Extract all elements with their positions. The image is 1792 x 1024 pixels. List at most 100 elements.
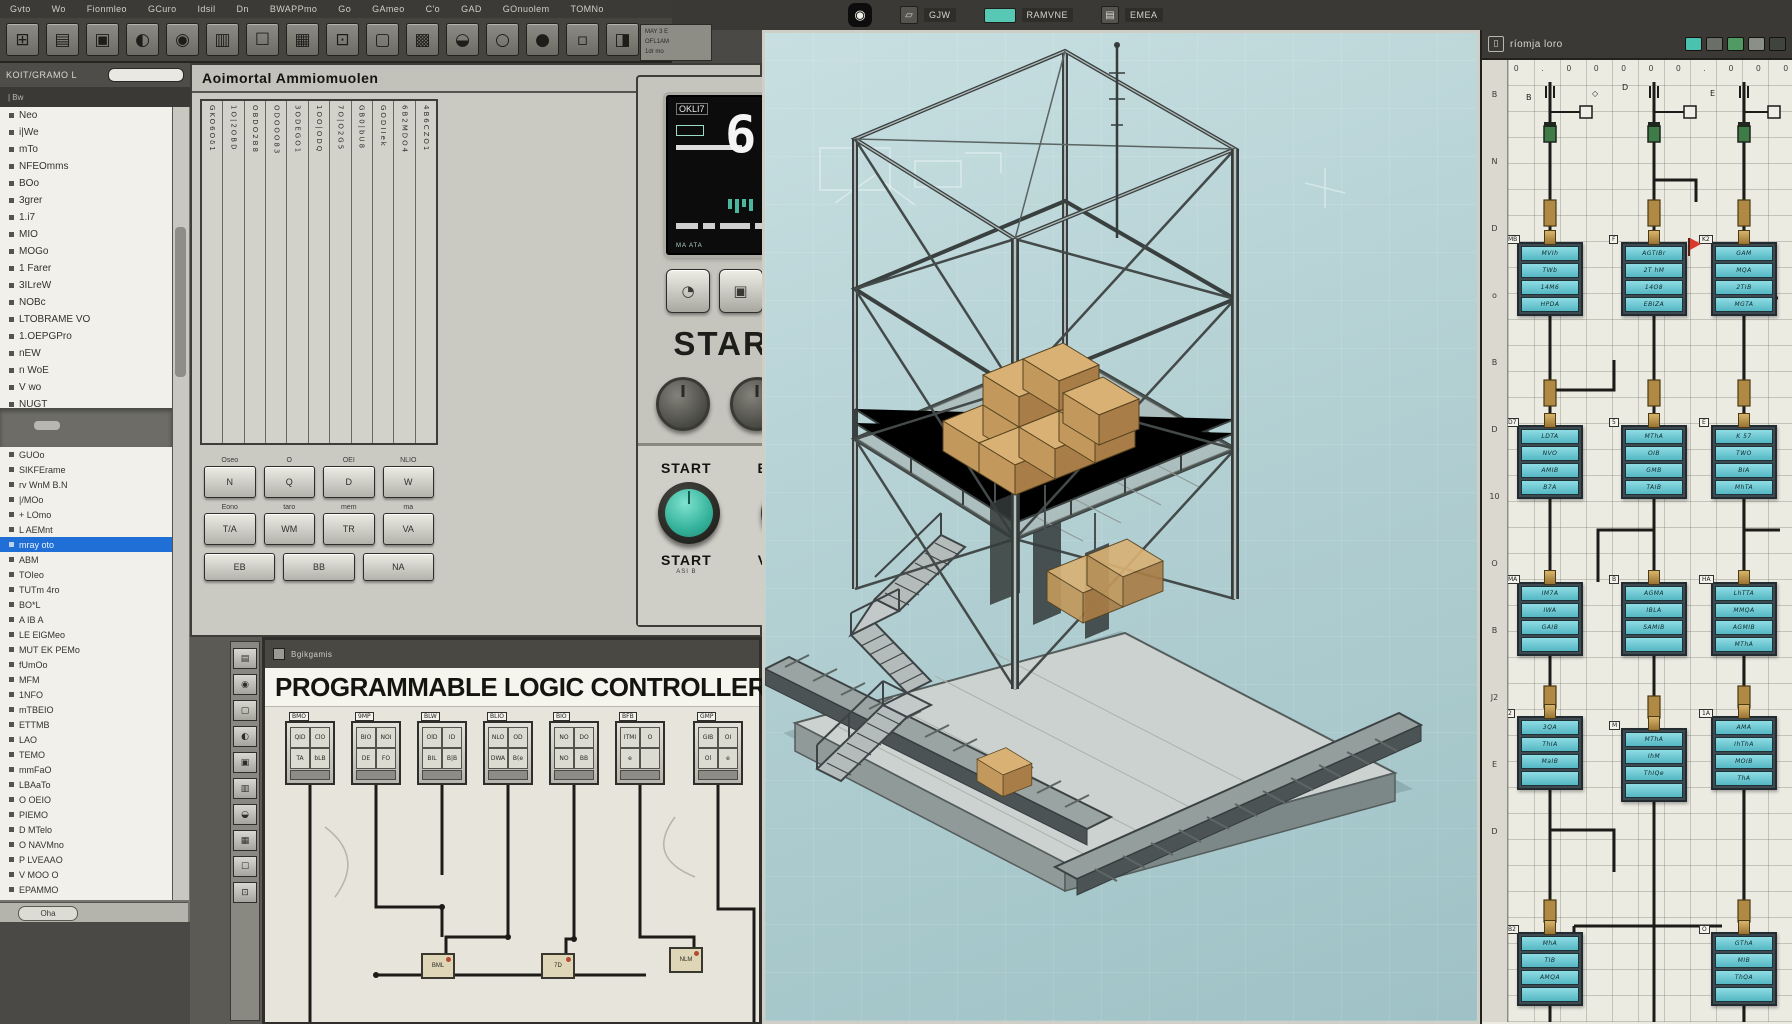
tree-item[interactable]: TUTm 4ro	[0, 582, 172, 597]
ladder-tool-icon[interactable]: ▢	[233, 700, 257, 721]
menu-item[interactable]: GAD	[461, 4, 482, 14]
menu-item[interactable]: Gvto	[10, 4, 31, 14]
tree-item[interactable]: 1.i7	[0, 209, 172, 226]
tree-item[interactable]: i|We	[0, 124, 172, 141]
tree-item[interactable]: SIKFErame	[0, 462, 172, 477]
menu-item[interactable]: C'o	[426, 4, 440, 14]
menu-item[interactable]: BWAPPmo	[270, 4, 317, 14]
menu-item[interactable]: Wo	[52, 4, 66, 14]
tree-item[interactable]: ETTMB	[0, 717, 172, 732]
tree-item[interactable]: |/MOo	[0, 492, 172, 507]
instruction-block[interactable]: F AGTIBr 2T hM 14O8 EBIZA	[1621, 242, 1687, 316]
tree-item[interactable]: 1.OEPGPro	[0, 328, 172, 345]
tool-icon[interactable]: ◨	[606, 23, 639, 56]
keypad-key[interactable]: D	[323, 466, 375, 498]
ladder-tool-icon[interactable]: ▦	[233, 830, 257, 851]
tool-icon[interactable]: ▣	[86, 23, 119, 56]
splitter-handle[interactable]	[34, 421, 60, 430]
header-button[interactable]	[1706, 37, 1723, 51]
tree-item[interactable]: MFM	[0, 672, 172, 687]
keypad-key[interactable]: W	[383, 466, 435, 498]
tool-icon[interactable]: ☐	[246, 23, 279, 56]
ladder-tool-icon[interactable]: ◐	[233, 726, 257, 747]
output-terminal[interactable]: BML	[421, 953, 455, 979]
menu-item[interactable]: Fionmleo	[87, 4, 127, 14]
signal-column[interactable]: 1OO|ODQ	[309, 101, 330, 443]
signal-column[interactable]: 3ODEGO1	[287, 101, 308, 443]
plant-3d-viewport[interactable]	[762, 30, 1480, 1024]
signal-column[interactable]: 7O|O2G5	[330, 101, 351, 443]
menu-item[interactable]: GOnuolem	[503, 4, 550, 14]
instruction-block[interactable]: MA IM7A IWA GAIB	[1517, 582, 1583, 656]
start-button[interactable]	[658, 482, 720, 544]
menu-item[interactable]: Go	[338, 4, 351, 14]
header-button[interactable]	[1727, 37, 1744, 51]
viewport-tab-3[interactable]: ▤ EMEA	[1101, 6, 1163, 24]
tree-item[interactable]: EPAMMO	[0, 882, 172, 897]
ladder-tool-icon[interactable]: ⊡	[233, 882, 257, 903]
keypad-key[interactable]: EB	[204, 553, 275, 581]
function-block[interactable]: BIO NODO NOBB	[549, 721, 599, 785]
tree-item[interactable]: rv WnM B.N	[0, 477, 172, 492]
signal-column[interactable]: OBDO2B8	[245, 101, 266, 443]
scrollbar-pill[interactable]: Oha	[18, 906, 78, 921]
tree-item[interactable]: P LVEAAO	[0, 852, 172, 867]
tree-item[interactable]: + LOmo	[0, 507, 172, 522]
tree-item[interactable]: NFEOmms	[0, 158, 172, 175]
tree-filter-row[interactable]: | Bw	[0, 87, 190, 107]
tool-icon[interactable]: ◉	[166, 23, 199, 56]
signal-column[interactable]: 1O|2OBD	[223, 101, 244, 443]
tool-icon[interactable]: ▥	[206, 23, 239, 56]
tree-item[interactable]: fUmOo	[0, 657, 172, 672]
tree-item[interactable]: BOo	[0, 175, 172, 192]
header-button[interactable]	[1748, 37, 1765, 51]
instruction-block[interactable]: D7 LDTA NVO AMIB B7A	[1517, 425, 1583, 499]
instruction-block[interactable]: HA LhTTA MMQA AGMIB MThA	[1711, 582, 1777, 656]
keypad-key[interactable]: T/A	[204, 513, 256, 545]
tree-item[interactable]: LBAaTo	[0, 777, 172, 792]
ladder-grid-canvas[interactable]: BNDoBD10OBJ2ED 0.00000.000	[1482, 60, 1792, 1022]
tree-item[interactable]: n WoE	[0, 362, 172, 379]
tree-item[interactable]: BO*L	[0, 597, 172, 612]
tree-item[interactable]: LTOBRAME VO	[0, 311, 172, 328]
tree-item[interactable]: NUGT	[0, 396, 172, 408]
signal-column[interactable]: 4B6CZO1	[416, 101, 436, 443]
tree-item[interactable]: 3grer	[0, 192, 172, 209]
instruction-block[interactable]: M MThA IhM ThIQe	[1621, 728, 1687, 802]
menu-item[interactable]: GCuro	[148, 4, 177, 14]
tree-item[interactable]: LAO	[0, 732, 172, 747]
tree-item[interactable]: V wo	[0, 379, 172, 396]
keypad-key[interactable]: BB	[283, 553, 354, 581]
tree-item[interactable]: TEMO	[0, 747, 172, 762]
keypad-key[interactable]: NA	[363, 553, 434, 581]
output-terminal[interactable]: 7D	[541, 953, 575, 979]
menu-item[interactable]: GAmeo	[372, 4, 405, 14]
tree-item[interactable]: mTo	[0, 141, 172, 158]
function-block[interactable]: BLIO NLOOD DWAB(e	[483, 721, 533, 785]
selector-knob[interactable]	[656, 377, 710, 431]
viewport-tab-2[interactable]: RAMVNE	[984, 8, 1074, 23]
instruction-block[interactable]: B2 MhA TIB AMQA	[1517, 932, 1583, 1006]
horizontal-scrollbar[interactable]: Oha	[0, 902, 188, 923]
tree-item[interactable]: ABM	[0, 552, 172, 567]
ladder-tool-icon[interactable]: ▣	[233, 752, 257, 773]
signal-column[interactable]: GB0|bU8	[352, 101, 373, 443]
tree-item[interactable]: MIO	[0, 226, 172, 243]
tree-item[interactable]: O NAVMno	[0, 837, 172, 852]
tree-item[interactable]: MUT EK PEMo	[0, 642, 172, 657]
ladder-tool-icon[interactable]: ▥	[233, 778, 257, 799]
keypad-key[interactable]: WM	[264, 513, 316, 545]
ladder-tool-icon[interactable]: ☐	[233, 856, 257, 877]
tool-icon[interactable]: ▤	[46, 23, 79, 56]
menu-item[interactable]: Idsil	[197, 4, 215, 14]
instruction-block[interactable]: 1A AMA IhThA MOIB ThA	[1711, 716, 1777, 790]
vertical-scrollbar[interactable]	[172, 107, 189, 900]
ladder-tool-icon[interactable]: ◉	[233, 674, 257, 695]
panel-splitter[interactable]	[0, 408, 172, 447]
keypad-key[interactable]: TR	[323, 513, 375, 545]
tool-icon[interactable]: ◐	[126, 23, 159, 56]
tool-icon[interactable]: ◒	[446, 23, 479, 56]
tree-item[interactable]: L AEMnt	[0, 522, 172, 537]
instruction-block[interactable]: E K 57 TWO BIA MhTA	[1711, 425, 1777, 499]
tree-item[interactable]: O OEIO	[0, 792, 172, 807]
